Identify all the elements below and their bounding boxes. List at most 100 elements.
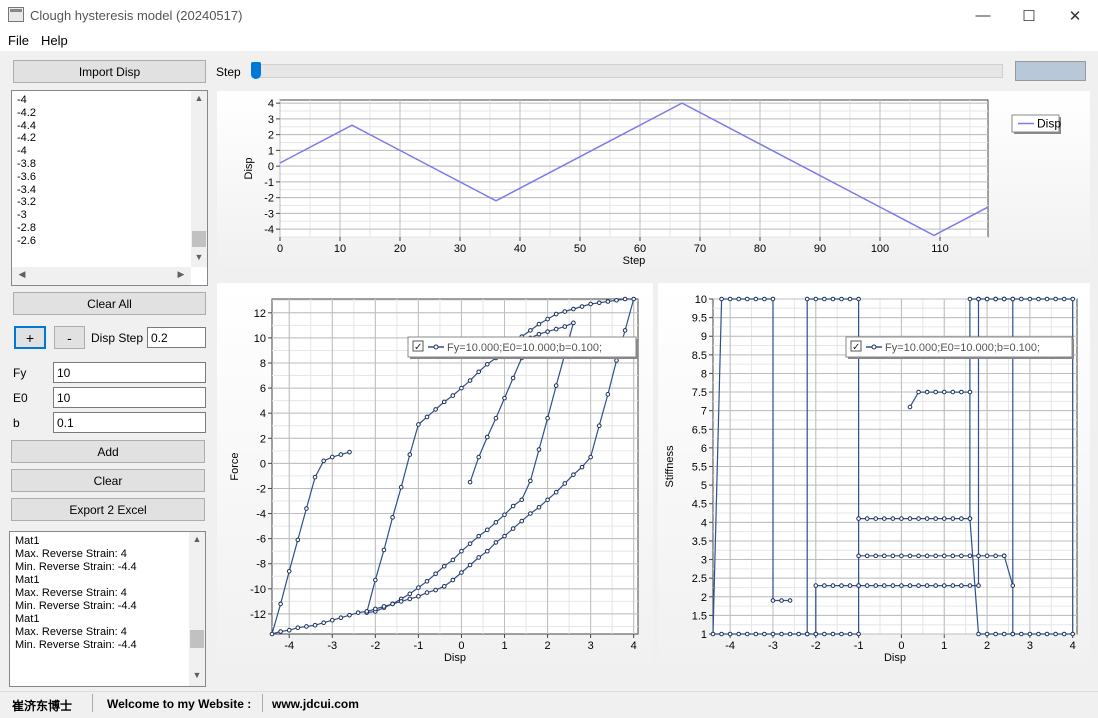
- y-tick-label: 1: [701, 629, 707, 641]
- list-item[interactable]: -3.8: [17, 158, 36, 171]
- menu-help[interactable]: Help: [41, 33, 68, 48]
- e0-input[interactable]: 10: [53, 387, 206, 408]
- list-item[interactable]: Max. Reverse Strain: 4: [15, 626, 127, 639]
- disp-listbox[interactable]: -4 -4.2 -4.4 -4.2 -4 -3.8 -3.6 -3.4 -3.2 -3 -2.8 -2…: [11, 90, 208, 286]
- close-button[interactable]: ✕: [1052, 0, 1098, 31]
- step-slider-thumb[interactable]: [251, 62, 261, 79]
- data-point: [424, 414, 430, 420]
- data-point: [856, 583, 861, 588]
- scroll-left-icon[interactable]: ◀: [14, 269, 30, 280]
- list-item[interactable]: Mat1: [15, 535, 39, 548]
- minimize-button[interactable]: —: [960, 0, 1006, 31]
- status-separator: [92, 694, 93, 712]
- data-point: [588, 301, 593, 307]
- scroll-up-icon[interactable]: ▲: [191, 93, 207, 103]
- data-point: [588, 454, 593, 460]
- data-point: [545, 415, 550, 421]
- list-item[interactable]: -3.4: [17, 184, 36, 197]
- x-tick-label: 10: [334, 243, 346, 255]
- step-label: Step: [216, 65, 241, 79]
- x-tick-label: -1: [414, 640, 424, 652]
- maximize-button[interactable]: ☐: [1006, 0, 1052, 31]
- scroll-thumb[interactable]: [190, 630, 204, 648]
- scroll-right-icon[interactable]: ▶: [173, 269, 189, 280]
- list-item[interactable]: -2.8: [17, 222, 36, 235]
- clear-all-button[interactable]: Clear All: [13, 292, 206, 315]
- import-disp-button[interactable]: Import Disp: [13, 60, 206, 83]
- x-tick-label: -3: [327, 640, 337, 652]
- list-item[interactable]: -4.2: [17, 107, 36, 120]
- add-button[interactable]: Add: [11, 440, 205, 463]
- list-item[interactable]: Max. Reverse Strain: 4: [15, 548, 127, 561]
- data-point: [493, 540, 499, 545]
- log-scrollbar[interactable]: ▲ ▼: [189, 532, 205, 686]
- step-slider-track[interactable]: [251, 64, 1003, 78]
- disp-list-hscrollbar[interactable]: ◀ ▶: [12, 267, 191, 285]
- list-item[interactable]: -3.2: [17, 196, 36, 209]
- log-textbox[interactable]: Mat1 Max. Reverse Strain: 4 Min. Reverse S…: [9, 531, 206, 687]
- status-url[interactable]: www.jdcui.com: [272, 697, 359, 711]
- y-tick-label: 4.5: [692, 499, 707, 511]
- data-point: [907, 516, 913, 521]
- list-item[interactable]: Max. Reverse Strain: 4: [15, 587, 127, 600]
- data-point: [933, 389, 938, 395]
- data-point: [890, 516, 896, 521]
- export-excel-button[interactable]: Export 2 Excel: [11, 498, 205, 521]
- list-item[interactable]: Min. Reverse Strain: -4.4: [15, 600, 137, 613]
- data-point: [822, 631, 827, 637]
- data-point: [727, 631, 733, 637]
- data-point: [1036, 631, 1041, 637]
- data-point: [510, 526, 516, 531]
- list-item[interactable]: -3.6: [17, 171, 36, 184]
- x-tick-label: 2: [984, 640, 990, 652]
- disp-list-scrollbar[interactable]: ▲ ▼: [191, 91, 207, 267]
- x-tick-label: -2: [370, 640, 380, 652]
- x-tick-label: 60: [634, 243, 646, 255]
- data-point: [873, 516, 879, 521]
- list-item[interactable]: -4: [17, 145, 27, 158]
- list-item[interactable]: -4.4: [17, 120, 36, 133]
- list-item[interactable]: -4.2: [17, 132, 36, 145]
- menu-bar: [0, 31, 1098, 51]
- plus-button[interactable]: +: [14, 326, 46, 349]
- data-point: [950, 553, 956, 559]
- data-point: [347, 449, 352, 455]
- data-point: [545, 329, 550, 334]
- data-point: [770, 598, 776, 603]
- data-point: [770, 296, 776, 302]
- y-axis-label: Stiffness: [664, 445, 676, 487]
- clear-button[interactable]: Clear: [11, 469, 205, 492]
- data-point: [416, 422, 421, 427]
- data-point: [433, 571, 438, 577]
- data-point: [1027, 296, 1033, 302]
- data-point: [571, 472, 576, 477]
- scroll-down-icon[interactable]: ▼: [189, 670, 205, 680]
- check-icon: ✓: [414, 342, 422, 353]
- y-tick-label: 2: [260, 433, 266, 445]
- scroll-down-icon[interactable]: ▼: [191, 252, 207, 262]
- x-tick-label: 1: [501, 640, 507, 652]
- x-tick-label: 1: [941, 640, 947, 652]
- data-point: [381, 547, 387, 553]
- y-tick-label: -12: [250, 609, 266, 621]
- list-item[interactable]: -4: [17, 94, 27, 107]
- data-point: [484, 361, 490, 367]
- data-point: [571, 320, 576, 326]
- minus-button[interactable]: -: [54, 326, 85, 349]
- data-point: [553, 311, 559, 317]
- menu-file[interactable]: File: [8, 33, 29, 48]
- y-tick-label: -6: [256, 534, 266, 546]
- y-tick-label: 5: [701, 480, 707, 492]
- list-item[interactable]: Mat1: [15, 574, 39, 587]
- list-item[interactable]: Mat1: [15, 613, 39, 626]
- scroll-up-icon[interactable]: ▲: [189, 534, 205, 544]
- list-item[interactable]: -3: [17, 209, 27, 222]
- scroll-thumb[interactable]: [192, 231, 206, 247]
- fy-input[interactable]: 10: [53, 362, 206, 383]
- list-item[interactable]: Min. Reverse Strain: -4.4: [15, 561, 137, 574]
- disp-step-input[interactable]: 0.2: [147, 327, 206, 348]
- list-item[interactable]: Min. Reverse Strain: -4.4: [15, 639, 137, 652]
- b-input[interactable]: 0.1: [53, 412, 206, 433]
- data-point: [329, 617, 335, 623]
- list-item[interactable]: -2.6: [17, 235, 36, 248]
